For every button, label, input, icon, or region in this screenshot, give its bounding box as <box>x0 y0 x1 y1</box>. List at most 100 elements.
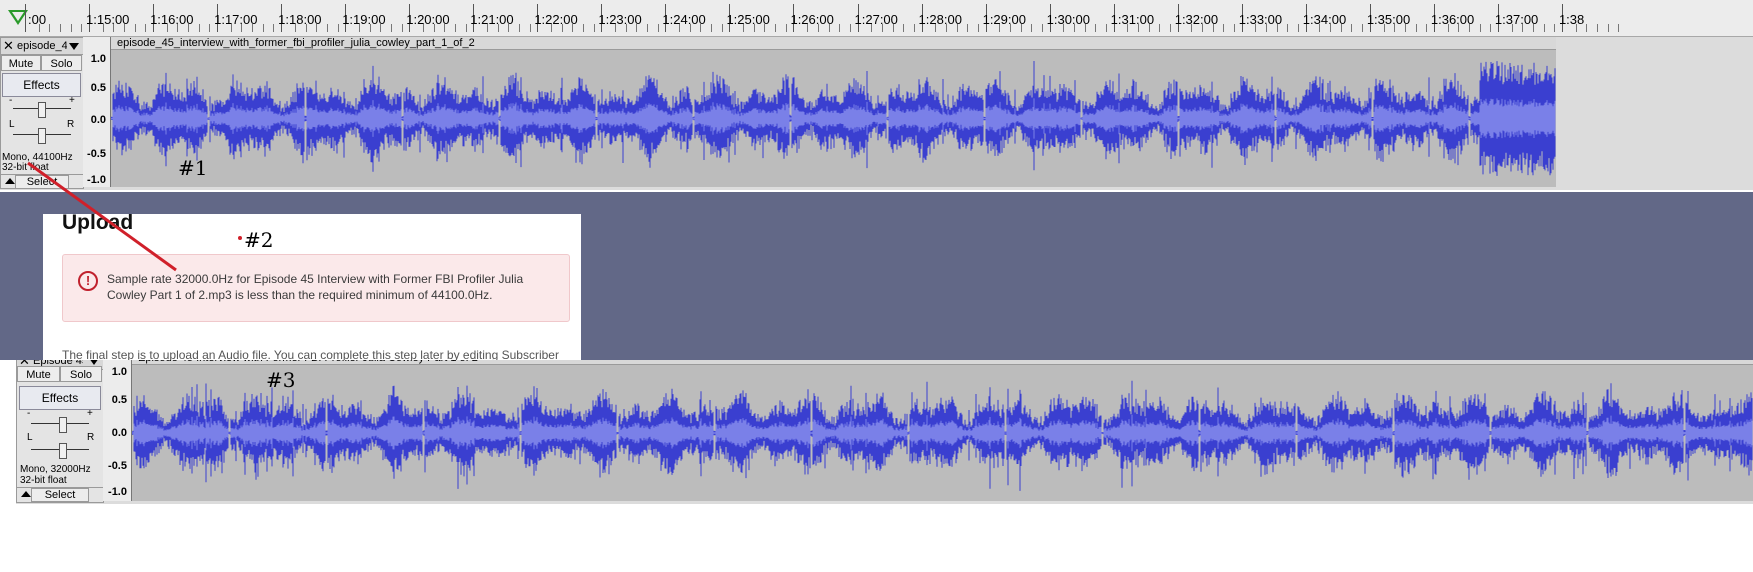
ruler-tick-label: 1:38 <box>1558 12 1585 27</box>
select-button[interactable]: Select <box>31 488 89 502</box>
ruler-minor-tick <box>113 24 115 32</box>
gain-slider-thumb[interactable] <box>38 102 46 118</box>
ruler-minor-tick <box>1202 24 1204 32</box>
ruler-minor-tick <box>583 24 584 32</box>
ruler-minor-tick <box>38 24 40 32</box>
pan-slider[interactable]: L R <box>23 432 97 459</box>
ruler-minor-tick <box>444 24 446 32</box>
pan-slider[interactable]: L R <box>7 119 77 144</box>
track-1-waveform-area[interactable]: episode_45_interview_with_former_fbi_pro… <box>111 37 1556 187</box>
effects-button[interactable]: Effects <box>2 73 81 97</box>
gain-plus-label: + <box>69 95 75 106</box>
ruler-minor-tick <box>1618 24 1620 32</box>
ruler-minor-tick <box>615 24 617 32</box>
ruler-minor-tick <box>1607 24 1609 32</box>
track-2-amplitude-scale: 1.0 0.5 0.0 -0.5 -1.0 <box>103 352 132 501</box>
pan-left-label: L <box>9 119 15 130</box>
track-1-name[interactable]: episode_45_ <box>17 39 67 53</box>
ruler-tick-label: 1:16:00 <box>150 12 194 27</box>
ruler-tick-label: 1:25:00 <box>726 12 770 27</box>
ruler-tick-label: 1:29:00 <box>982 12 1026 27</box>
ruler-minor-tick <box>380 24 382 32</box>
ruler-minor-tick <box>145 24 147 32</box>
effects-button[interactable]: Effects <box>19 386 101 410</box>
ruler-minor-tick <box>102 24 104 32</box>
solo-button[interactable]: Solo <box>60 366 102 382</box>
scale-label: 1.0 <box>111 366 127 378</box>
gain-slider[interactable]: - + <box>7 95 77 118</box>
ruler-minor-tick <box>465 24 467 32</box>
ruler-minor-tick <box>1041 24 1043 32</box>
ruler-minor-tick <box>358 24 360 32</box>
solo-button[interactable]: Solo <box>41 55 82 71</box>
ruler-minor-tick <box>1031 24 1033 32</box>
pan-slider-thumb[interactable] <box>59 443 67 459</box>
select-button[interactable]: Select <box>15 175 69 189</box>
ruler-minor-tick <box>1170 24 1172 32</box>
mute-button[interactable]: Mute <box>17 366 60 382</box>
ruler-minor-tick <box>753 24 755 32</box>
track-2-waveform-area[interactable]: Episode 45 Interview with Former FBI Pro… <box>132 352 1753 501</box>
track-1-select-row: Select <box>1 174 83 189</box>
ruler-minor-tick <box>1522 24 1524 32</box>
track-1-control-panel: ✕ episode_45_ Mute Solo Effects - + L R … <box>0 37 84 189</box>
ruler-minor-tick <box>817 24 819 32</box>
ruler-minor-tick <box>828 24 830 32</box>
ruler-minor-tick <box>433 24 435 32</box>
ruler-tick-label: 1:24:00 <box>662 12 706 27</box>
ruler-minor-tick <box>636 24 638 32</box>
annotation-2: #2 <box>244 228 274 252</box>
ruler-tick-label: 1:32:00 <box>1174 12 1219 27</box>
scale-label: 0.0 <box>90 114 106 126</box>
ruler-tick-label: 1:26:00 <box>790 12 834 27</box>
ruler-minor-tick <box>369 24 371 32</box>
ruler-minor-tick <box>529 24 531 32</box>
ruler-minor-tick <box>945 24 947 32</box>
ruler-minor-tick <box>550 24 552 32</box>
track-1-clip-title[interactable]: episode_45_interview_with_former_fbi_pro… <box>111 37 1556 50</box>
pan-slider-thumb[interactable] <box>38 128 46 144</box>
ruler-minor-tick <box>977 24 979 32</box>
ruler-minor-tick <box>689 24 691 32</box>
track-1: ✕ episode_45_ Mute Solo Effects - + L R … <box>0 37 1753 190</box>
ruler-minor-tick <box>700 24 702 32</box>
ruler-minor-tick <box>1191 24 1193 32</box>
ruler-minor-tick <box>1330 24 1332 32</box>
ruler-minor-tick <box>1063 24 1065 32</box>
ruler-minor-tick <box>593 24 595 32</box>
timeline-ruler[interactable]: :00 1:15:00 1:16:00 1:17:00 1:18:00 1:19:00 1:… <box>0 0 1753 37</box>
ruler-minor-tick <box>1479 24 1481 32</box>
collapse-icon[interactable] <box>5 178 15 184</box>
gain-slider-thumb[interactable] <box>59 417 67 433</box>
ruler-tick-label: 1:31:00 <box>1110 12 1155 27</box>
gain-slider[interactable]: - + <box>23 408 97 433</box>
ruler-minor-tick <box>1543 24 1545 32</box>
track-1-title-bar[interactable]: ✕ episode_45_ <box>1 38 83 55</box>
ruler-minor-tick <box>807 24 809 32</box>
ruler-minor-tick <box>294 24 296 32</box>
chevron-down-icon[interactable] <box>69 43 79 50</box>
ruler-minor-tick <box>60 24 62 32</box>
track-2-control-panel: ✕ Episode 45 Mute Solo Effects - + L R M… <box>16 352 104 503</box>
ruler-minor-tick <box>188 24 190 32</box>
ruler-minor-tick <box>903 24 905 32</box>
ruler-minor-tick <box>1340 24 1342 32</box>
ruler-minor-tick <box>49 24 51 32</box>
ruler-minor-tick <box>508 24 510 32</box>
ruler-minor-tick <box>134 24 136 32</box>
ruler-minor-tick <box>1127 24 1129 32</box>
ruler-minor-tick <box>625 24 627 32</box>
ruler-minor-tick <box>1575 24 1577 32</box>
ruler-tick-label: 1:37:00 <box>1494 12 1539 27</box>
ruler-minor-tick <box>1586 24 1588 32</box>
ruler-minor-tick <box>166 24 168 32</box>
ruler-minor-tick <box>743 24 745 32</box>
close-icon[interactable]: ✕ <box>3 38 14 54</box>
ruler-minor-tick <box>1458 24 1460 32</box>
collapse-icon[interactable] <box>21 491 31 497</box>
ruler-tick-label: 1:30:00 <box>1046 12 1090 27</box>
ruler-minor-tick <box>1298 24 1300 32</box>
ruler-minor-tick <box>775 24 777 32</box>
mute-button[interactable]: Mute <box>1 55 41 71</box>
scale-label: -0.5 <box>108 460 127 472</box>
